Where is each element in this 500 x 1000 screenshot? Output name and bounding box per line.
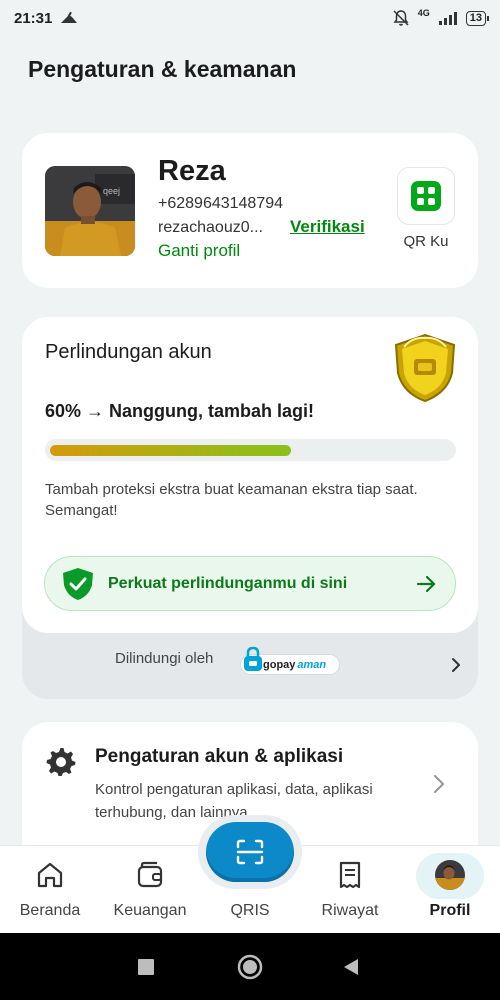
nav-riwayat-label: Riwayat bbox=[321, 902, 379, 919]
nav-profil-label: Profil bbox=[429, 902, 471, 919]
receipt-icon bbox=[339, 861, 361, 889]
strengthen-protection-button[interactable]: Perkuat perlindunganmu di sini bbox=[44, 556, 456, 611]
sweep-notification-icon bbox=[61, 11, 78, 23]
profile-card: qeej Reza +6289643148794 rezachaouz0... … bbox=[22, 133, 478, 288]
avatar[interactable] bbox=[435, 860, 465, 890]
my-qr-label[interactable]: QR Ku bbox=[398, 233, 454, 250]
profile-photo[interactable]: qeej bbox=[45, 166, 135, 256]
protection-description: Tambah proteksi ekstra buat keamanan eks… bbox=[45, 481, 418, 519]
battery-indicator: 13 bbox=[465, 10, 490, 26]
profile-phone: +6289643148794 bbox=[158, 195, 284, 212]
nav-beranda[interactable]: Beranda bbox=[0, 846, 100, 934]
protection-title: Perlindungan akun bbox=[45, 341, 212, 363]
protected-by-label: Dilindungi oleh bbox=[115, 650, 214, 667]
back-icon[interactable] bbox=[343, 958, 359, 976]
recents-icon[interactable] bbox=[138, 959, 154, 975]
status-time: 21:31 bbox=[14, 9, 53, 27]
qris-scan-button[interactable] bbox=[206, 822, 294, 882]
gold-shield-badge-icon bbox=[394, 333, 456, 403]
qr-code-icon bbox=[411, 181, 441, 211]
account-protection-card: Perlindungan akun 60% → Nanggung, tambah… bbox=[22, 317, 478, 633]
wallet-icon bbox=[137, 861, 163, 888]
chevron-right-icon bbox=[433, 774, 445, 794]
nav-beranda-label: Beranda bbox=[19, 902, 81, 919]
signal-icon bbox=[438, 12, 457, 25]
system-navigation-bar bbox=[0, 933, 500, 1000]
gopay-aman-text: aman bbox=[297, 658, 327, 671]
nav-qris-label: QRIS bbox=[230, 902, 270, 919]
nav-keuangan-label: Keuangan bbox=[113, 902, 187, 919]
edit-profile-link[interactable]: Ganti profil bbox=[158, 241, 240, 261]
home-icon bbox=[37, 862, 63, 888]
strengthen-protection-label: Perkuat perlindunganmu di sini bbox=[108, 574, 348, 592]
scan-icon bbox=[236, 839, 264, 865]
gopay-lock-icon bbox=[244, 646, 262, 671]
shield-check-icon bbox=[63, 567, 93, 600]
home-button-icon[interactable] bbox=[237, 954, 263, 980]
nav-keuangan[interactable]: Keuangan bbox=[100, 846, 200, 934]
protection-progress-bar bbox=[45, 439, 456, 461]
profile-name: Reza bbox=[158, 155, 226, 187]
verify-email-link[interactable]: Verifikasi bbox=[290, 217, 365, 237]
arrow-right-icon bbox=[416, 575, 436, 592]
gear-icon bbox=[46, 748, 76, 776]
my-qr-button[interactable] bbox=[397, 167, 455, 225]
progress-fill bbox=[50, 445, 291, 456]
page-title: Pengaturan & keamanan bbox=[28, 56, 297, 82]
chevron-right-icon[interactable] bbox=[450, 657, 462, 673]
svg-text:qeej: qeej bbox=[103, 186, 120, 196]
status-bar: 21:31 4G 13 bbox=[0, 0, 500, 36]
bell-off-icon bbox=[393, 10, 409, 26]
gopay-brand: gopay bbox=[263, 658, 296, 671]
profile-email: rezachaouz0... bbox=[158, 219, 263, 236]
nav-riwayat[interactable]: Riwayat bbox=[300, 846, 400, 934]
settings-title: Pengaturan akun & aplikasi bbox=[95, 746, 344, 767]
network-type: 4G bbox=[417, 8, 430, 18]
account-protection-section: Perlindungan akun 60% → Nanggung, tambah… bbox=[22, 317, 478, 699]
progress-status-text: 60% → Nanggung, tambah lagi! bbox=[45, 401, 315, 421]
